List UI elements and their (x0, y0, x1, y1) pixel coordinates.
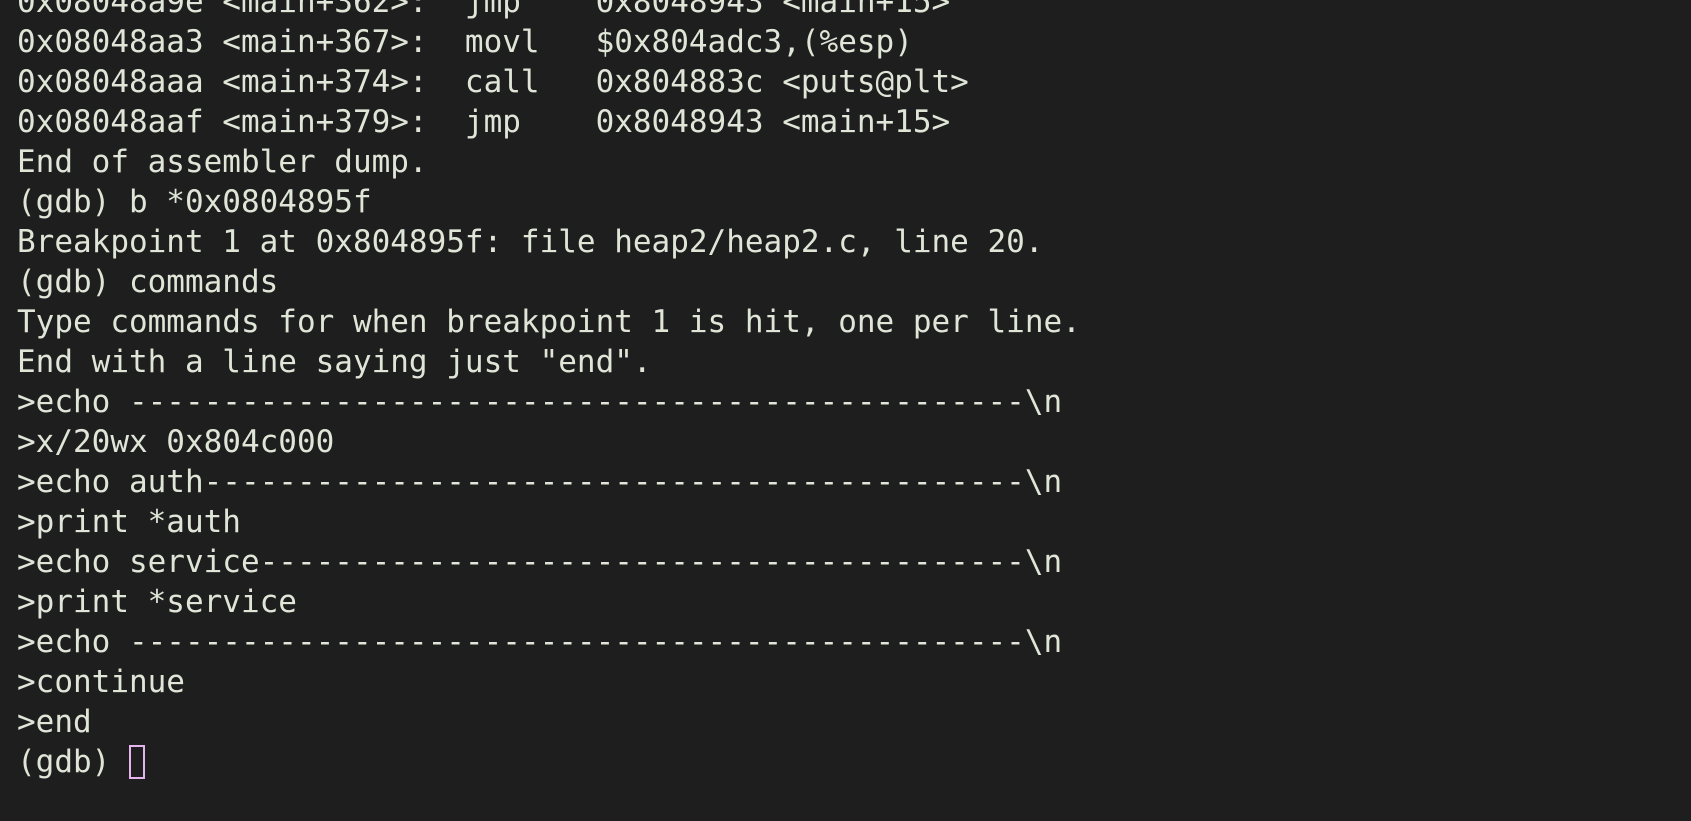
terminal-line: 0x08048aaf <main+379>: jmp 0x8048943 <ma… (17, 104, 951, 140)
terminal-line: 0x08048aa3 <main+367>: movl $0x804adc3,(… (17, 24, 913, 60)
prompt-line[interactable]: (gdb) (17, 742, 1081, 782)
terminal-line: >echo ----------------------------------… (17, 384, 1063, 420)
terminal-line: >x/20wx 0x804c000 (17, 424, 335, 460)
terminal-line: >continue (17, 664, 185, 700)
terminal-line: End with a line saying just "end". (17, 344, 652, 380)
terminal-line: >end (17, 704, 92, 740)
terminal-line: Breakpoint 1 at 0x804895f: file heap2/he… (17, 224, 1044, 260)
terminal-line: >echo ----------------------------------… (17, 624, 1063, 660)
terminal-line: Type commands for when breakpoint 1 is h… (17, 304, 1081, 340)
terminal-line: End of assembler dump. (17, 144, 428, 180)
terminal-line: (gdb) commands (17, 264, 279, 300)
terminal-line: (gdb) b *0x0804895f (17, 184, 372, 220)
terminal-line: >echo service---------------------------… (17, 544, 1063, 580)
gdb-prompt: (gdb) (17, 744, 129, 780)
terminal-line: >print *auth (17, 504, 241, 540)
terminal-line: 0x08048aaa <main+374>: call 0x804883c <p… (17, 64, 969, 100)
terminal-line: >echo auth------------------------------… (17, 464, 1063, 500)
terminal-line: 0x08048a9e <main+362>: jmp 0x8048943 <ma… (17, 0, 951, 20)
terminal-line: >print *service (17, 584, 297, 620)
terminal-output[interactable]: 0x08048a9e <main+362>: jmp 0x8048943 <ma… (17, 0, 1081, 782)
text-cursor (128, 745, 145, 779)
